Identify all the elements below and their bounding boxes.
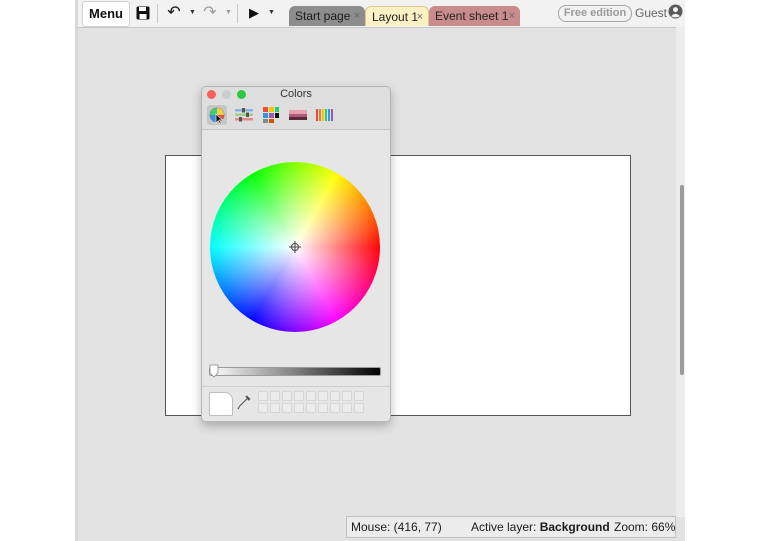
play-icon[interactable]: ▶ bbox=[246, 2, 262, 24]
close-icon[interactable]: × bbox=[509, 6, 515, 26]
user-avatar-icon[interactable] bbox=[668, 4, 683, 19]
zoom-level: Zoom: 66% bbox=[614, 520, 676, 534]
image-palettes-mode-icon[interactable] bbox=[288, 105, 308, 125]
right-margin bbox=[685, 0, 763, 541]
play-dropdown-icon[interactable]: ▼ bbox=[268, 3, 275, 23]
redo-icon[interactable]: ↷ bbox=[202, 2, 218, 24]
save-icon[interactable] bbox=[134, 2, 152, 24]
color-wheel-mode-icon[interactable] bbox=[207, 105, 227, 125]
top-toolbar: Menu ↶ ▼ ↷ ▼ ▶ ▼ Start page × Layout 1 ×… bbox=[78, 0, 685, 28]
swatch-slot[interactable] bbox=[258, 403, 268, 413]
swatch-slot[interactable] bbox=[342, 391, 352, 401]
swatch-slot[interactable] bbox=[258, 391, 268, 401]
color-swatch-bar bbox=[202, 386, 390, 421]
minimize-window-button[interactable] bbox=[222, 90, 231, 99]
undo-icon[interactable]: ↶ bbox=[166, 2, 182, 24]
close-window-button[interactable] bbox=[207, 90, 216, 99]
close-icon[interactable]: × bbox=[354, 6, 360, 26]
color-mode-toolbar bbox=[202, 102, 390, 130]
swatch-slot[interactable] bbox=[318, 391, 328, 401]
swatch-slot[interactable] bbox=[354, 391, 364, 401]
redo-dropdown-icon[interactable]: ▼ bbox=[225, 3, 232, 23]
swatch-slot[interactable] bbox=[330, 403, 340, 413]
swatch-slot[interactable] bbox=[294, 391, 304, 401]
guest-label[interactable]: Guest bbox=[635, 5, 667, 21]
active-layer-status: Active layer: Background bbox=[471, 517, 610, 537]
crayons-mode-icon[interactable] bbox=[315, 105, 335, 125]
mouse-position: Mouse: (416, 77) bbox=[351, 520, 442, 534]
swatch-slot[interactable] bbox=[342, 403, 352, 413]
menu-button[interactable]: Menu bbox=[82, 1, 130, 27]
saved-swatches bbox=[258, 391, 364, 413]
eyedropper-icon[interactable] bbox=[236, 394, 252, 412]
colors-panel: Colors bbox=[201, 86, 391, 422]
color-picker-body bbox=[202, 130, 390, 421]
swatch-slot[interactable] bbox=[306, 391, 316, 401]
swatch-slot[interactable] bbox=[318, 403, 328, 413]
tab-layout-1[interactable]: Layout 1 × bbox=[365, 6, 429, 26]
swatch-slot[interactable] bbox=[270, 403, 280, 413]
status-bar: Mouse: (416, 77) Active layer: Backgroun… bbox=[346, 516, 676, 538]
swatch-slot[interactable] bbox=[270, 391, 280, 401]
free-edition-badge[interactable]: Free edition bbox=[558, 5, 632, 22]
slider-knob-icon[interactable] bbox=[209, 364, 219, 378]
current-color-swatch[interactable] bbox=[209, 392, 233, 416]
color-sliders-mode-icon[interactable] bbox=[234, 105, 254, 125]
color-palettes-mode-icon[interactable] bbox=[261, 105, 281, 125]
toolbar-separator bbox=[237, 4, 238, 23]
brightness-slider[interactable] bbox=[209, 367, 381, 376]
color-wheel[interactable] bbox=[209, 161, 381, 333]
tab-event-sheet-1[interactable]: Event sheet 1 × bbox=[429, 6, 520, 26]
swatch-slot[interactable] bbox=[354, 403, 364, 413]
scrollbar-thumb[interactable] bbox=[680, 185, 684, 375]
swatch-slot[interactable] bbox=[282, 391, 292, 401]
swatch-slot[interactable] bbox=[330, 391, 340, 401]
active-layer-prefix: Active layer: bbox=[471, 520, 540, 534]
tab-label: Start page bbox=[295, 9, 351, 23]
swatch-slot[interactable] bbox=[306, 403, 316, 413]
tab-label: Event sheet 1 bbox=[435, 9, 509, 23]
tab-start-page[interactable]: Start page × bbox=[289, 6, 365, 26]
zoom-window-button[interactable] bbox=[237, 90, 246, 99]
swatch-slot[interactable] bbox=[294, 403, 304, 413]
active-layer-value: Background bbox=[539, 520, 610, 534]
tab-label: Layout 1 bbox=[372, 10, 419, 24]
undo-dropdown-icon[interactable]: ▼ bbox=[189, 3, 196, 23]
close-icon[interactable]: × bbox=[417, 7, 423, 27]
editor-window: Menu ↶ ▼ ↷ ▼ ▶ ▼ Start page × Layout 1 ×… bbox=[78, 0, 685, 541]
left-margin bbox=[0, 0, 78, 541]
swatch-slot[interactable] bbox=[282, 403, 292, 413]
toolbar-separator bbox=[157, 4, 158, 23]
